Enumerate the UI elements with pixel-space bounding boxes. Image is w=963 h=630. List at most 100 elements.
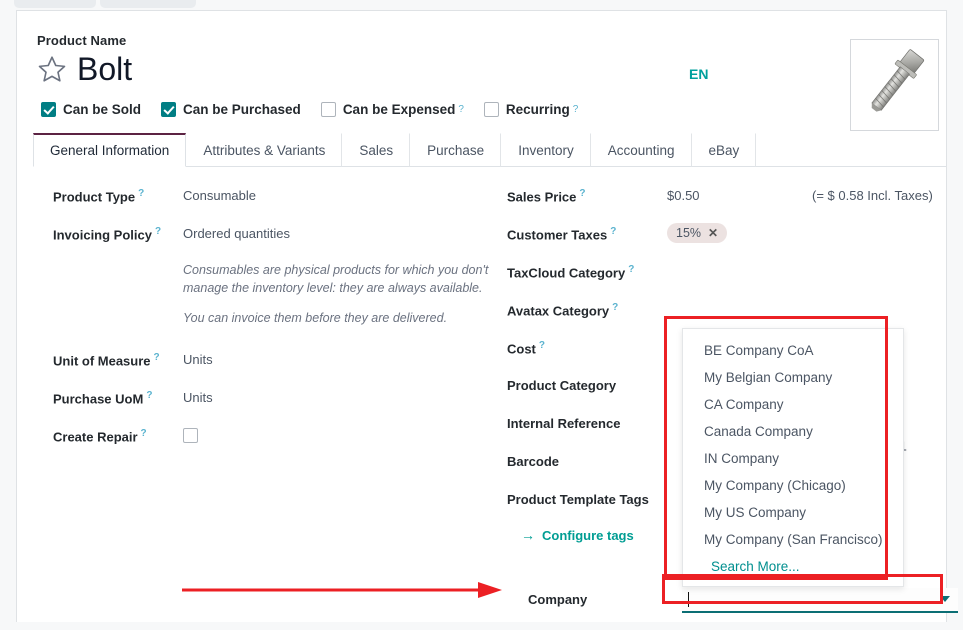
dropdown-item-ca-company[interactable]: CA Company (683, 391, 903, 418)
label-text: Purchase UoM (53, 391, 143, 406)
note-text: Consumables are physical products for wh… (183, 261, 493, 297)
close-icon[interactable]: ✕ (708, 226, 718, 240)
product-type-note-2: You can invoice them before they are del… (53, 309, 507, 337)
help-icon[interactable]: ? (458, 104, 464, 115)
help-icon[interactable]: ? (610, 226, 616, 237)
note-text: You can invoice them before they are del… (183, 309, 447, 327)
tab-general-information[interactable]: General Information (33, 133, 186, 167)
field-label: Sales Price? (507, 185, 667, 204)
field-value-product-type[interactable]: Consumable (183, 185, 256, 203)
help-icon[interactable]: ? (539, 340, 545, 351)
label-text: TaxCloud Category (507, 265, 625, 280)
help-icon[interactable]: ? (141, 428, 147, 439)
field-label: Cost? (507, 337, 667, 356)
field-label: Invoicing Policy? (53, 223, 183, 242)
label-text: Avatax Category (507, 303, 609, 318)
field-label: Avatax Category? (507, 299, 667, 318)
help-icon[interactable]: ? (155, 226, 161, 237)
form-header: Product Name Bolt EN (17, 11, 946, 117)
label-text: Product Category (507, 378, 616, 393)
product-flags: Can be Sold Can be Purchased Can be Expe… (37, 102, 926, 117)
dropdown-item-be-company-coa[interactable]: BE Company CoA (683, 337, 903, 364)
company-dropdown[interactable]: BE Company CoA My Belgian Company CA Com… (682, 328, 904, 587)
field-create-repair: Create Repair? (53, 425, 507, 453)
help-icon[interactable]: ? (579, 188, 585, 199)
language-badge[interactable]: EN (689, 66, 708, 82)
dropdown-item-my-company-chicago[interactable]: My Company (Chicago) (683, 472, 903, 499)
field-label: Barcode (507, 451, 667, 469)
configure-tags-label: Configure tags (542, 528, 634, 543)
flag-label: Can be Purchased (183, 102, 301, 117)
help-icon[interactable]: ? (138, 188, 144, 199)
tab-bar: General Information Attributes & Variant… (33, 133, 946, 167)
tab-purchase[interactable]: Purchase (410, 133, 501, 167)
label-text: Internal Reference (507, 416, 620, 431)
configure-tags-link[interactable]: → Configure tags (521, 527, 634, 543)
checkbox-can-be-purchased[interactable] (161, 102, 176, 117)
field-product-type: Product Type? Consumable (53, 185, 507, 213)
field-value-sales-price[interactable]: $0.50 (667, 188, 812, 203)
chevron-down-icon[interactable] (940, 596, 950, 602)
tab-inventory[interactable]: Inventory (501, 133, 591, 167)
checkbox-create-repair[interactable] (183, 428, 198, 443)
field-avatax-category: Avatax Category? (507, 299, 963, 327)
field-label: Product Type? (53, 185, 183, 204)
dropdown-item-my-company-san-francisco[interactable]: My Company (San Francisco) (683, 526, 903, 553)
star-icon[interactable] (37, 54, 67, 84)
flag-label: Recurring (506, 102, 570, 117)
help-icon[interactable]: ? (612, 302, 618, 313)
product-title-row: Bolt (37, 52, 926, 86)
field-customer-taxes: Customer Taxes? 15% ✕ (507, 223, 963, 251)
dropdown-item-my-belgian-company[interactable]: My Belgian Company (683, 364, 903, 391)
sales-price-incl-taxes: (= $ 0.58 Incl. Taxes) (812, 188, 933, 203)
label-text: Cost (507, 341, 536, 356)
page-title: Bolt (77, 52, 132, 86)
help-icon[interactable]: ? (628, 264, 634, 275)
spacer (53, 261, 183, 264)
text-cursor (688, 592, 689, 607)
label-text: Sales Price (507, 189, 576, 204)
field-label: Unit of Measure? (53, 349, 183, 368)
field-label: TaxCloud Category? (507, 261, 667, 280)
field-taxcloud-category: TaxCloud Category? (507, 261, 963, 289)
checkbox-recurring[interactable] (484, 102, 499, 117)
help-icon[interactable]: ? (573, 104, 579, 115)
tab-ebay[interactable]: eBay (692, 133, 757, 167)
dropdown-item-my-us-company[interactable]: My US Company (683, 499, 903, 526)
flag-can-be-purchased[interactable]: Can be Purchased (161, 102, 301, 117)
field-label: Product Template Tags (507, 489, 667, 507)
label-text: Customer Taxes (507, 227, 607, 242)
checkbox-can-be-sold[interactable] (41, 102, 56, 117)
tax-tag[interactable]: 15% ✕ (667, 223, 727, 243)
product-image[interactable] (850, 39, 939, 131)
field-sales-price: Sales Price? $0.50 (= $ 0.58 Incl. Taxes… (507, 185, 963, 213)
help-icon[interactable]: ? (146, 390, 152, 401)
dropdown-item-search-more[interactable]: Search More... (683, 553, 903, 580)
dropdown-item-canada-company[interactable]: Canada Company (683, 418, 903, 445)
flag-can-be-expensed[interactable]: Can be Expensed ? (321, 102, 464, 117)
top-chip-1[interactable] (14, 0, 96, 8)
checkbox-can-be-expensed[interactable] (321, 102, 336, 117)
field-purchase-uom: Purchase UoM? Units (53, 387, 507, 415)
help-icon[interactable]: ? (154, 352, 160, 363)
label-text: Unit of Measure (53, 353, 151, 368)
field-label: Customer Taxes? (507, 223, 667, 242)
tab-attributes-variants[interactable]: Attributes & Variants (186, 133, 342, 167)
top-chip-bar (0, 0, 963, 10)
field-label: Purchase UoM? (53, 387, 183, 406)
tab-accounting[interactable]: Accounting (591, 133, 692, 167)
dropdown-item-in-company[interactable]: IN Company (683, 445, 903, 472)
tax-tag-label: 15% (676, 226, 701, 240)
field-invoicing-policy: Invoicing Policy? Ordered quantities (53, 223, 507, 251)
field-value-unit-of-measure[interactable]: Units (183, 349, 213, 367)
flag-can-be-sold[interactable]: Can be Sold (41, 102, 141, 117)
field-value-invoicing-policy[interactable]: Ordered quantities (183, 223, 290, 241)
company-input[interactable] (682, 588, 958, 613)
flag-recurring[interactable]: Recurring ? (484, 102, 578, 117)
top-chip-2[interactable] (100, 0, 196, 8)
tab-sales[interactable]: Sales (342, 133, 410, 167)
field-value-purchase-uom[interactable]: Units (183, 387, 213, 405)
field-label: Product Category (507, 375, 667, 393)
label-text: Product Template Tags (507, 492, 649, 507)
product-name-label: Product Name (37, 33, 926, 48)
